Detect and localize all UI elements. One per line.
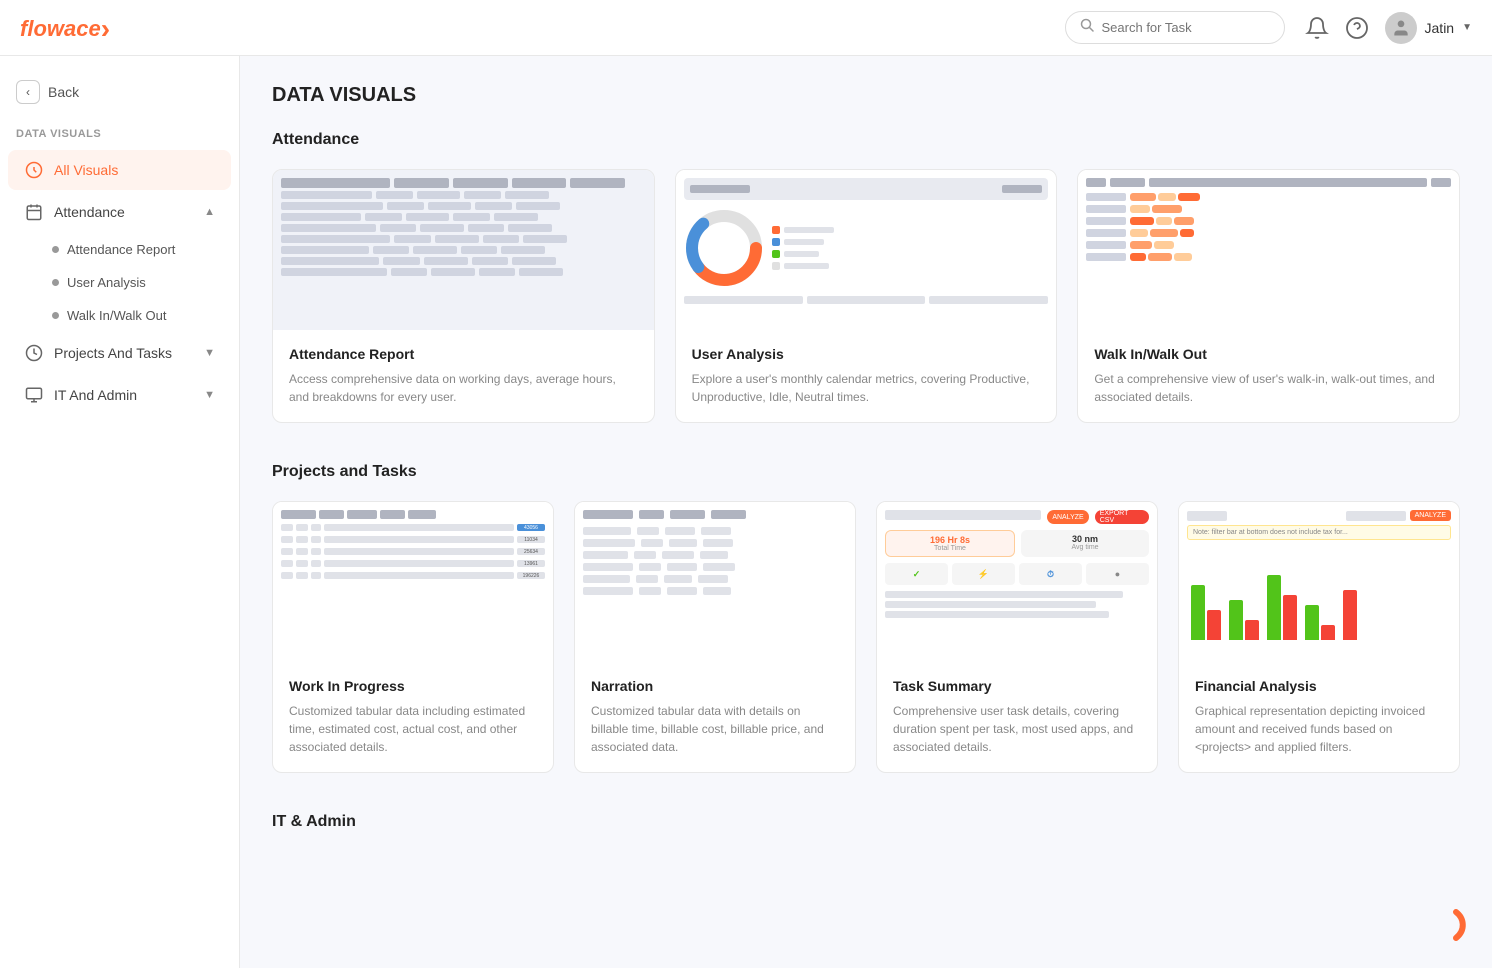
bell-icon[interactable] [1305, 16, 1329, 40]
card-title-task-summary: Task Summary [893, 678, 1141, 694]
topbar-icons: Jatin ▼ [1305, 12, 1472, 44]
back-button[interactable]: ‹ Back [0, 72, 239, 112]
card-desc-walkin: Get a comprehensive view of user's walk-… [1094, 370, 1443, 406]
card-financial-analysis[interactable]: ANALYZE Note: filter bar at bottom does … [1178, 501, 1460, 773]
card-preview-task-summary: ANALYZE EXPORT CSV 196 Hr 8s Total Time … [877, 502, 1157, 662]
it-admin-label: IT And Admin [54, 387, 137, 403]
dot-walkin [52, 312, 59, 319]
app-logo: flowace› [20, 13, 110, 42]
dot-user-analysis [52, 279, 59, 286]
attendance-icon [24, 202, 44, 222]
logo-mark: › [101, 13, 110, 44]
help-icon[interactable] [1345, 16, 1369, 40]
card-narration[interactable]: Narration Customized tabular data with d… [574, 501, 856, 773]
layout: ‹ Back DATA VISUALS All Visuals Attendan… [0, 56, 1492, 968]
card-desc-wip: Customized tabular data including estima… [289, 702, 537, 756]
narration-preview [575, 502, 855, 662]
dot-attendance-report [52, 246, 59, 253]
walkin-preview [1078, 170, 1459, 330]
card-desc-task-summary: Comprehensive user task details, coverin… [893, 702, 1141, 756]
attendance-report-label: Attendance Report [67, 242, 175, 257]
card-preview-walkin [1078, 170, 1459, 330]
projects-tasks-section-title: Projects and Tasks [272, 463, 1460, 481]
sidebar-item-attendance-report[interactable]: Attendance Report [44, 234, 231, 265]
card-desc-financial-analysis: Graphical representation depicting invoi… [1195, 702, 1443, 756]
preview-table [273, 170, 654, 330]
card-attendance-report[interactable]: Attendance Report Access comprehensive d… [272, 169, 655, 423]
attendance-section: Attendance [272, 131, 1460, 423]
avatar [1385, 12, 1417, 44]
card-title-financial-analysis: Financial Analysis [1195, 678, 1443, 694]
projects-icon [24, 343, 44, 363]
attendance-submenu: Attendance Report User Analysis Walk In/… [0, 234, 239, 331]
card-body-financial-analysis: Financial Analysis Graphical representat… [1179, 662, 1459, 772]
corner-logo [1428, 904, 1468, 944]
task-summary-preview: ANALYZE EXPORT CSV 196 Hr 8s Total Time … [877, 502, 1157, 662]
attendance-cards-grid: Attendance Report Access comprehensive d… [272, 169, 1460, 423]
sidebar-item-projects-tasks[interactable]: Projects And Tasks ▼ [8, 333, 231, 373]
card-desc-user-analysis: Explore a user's monthly calendar metric… [692, 370, 1041, 406]
sidebar-item-attendance[interactable]: Attendance ▲ [8, 192, 231, 232]
all-visuals-icon [24, 160, 44, 180]
attendance-section-title: Attendance [272, 131, 1460, 149]
card-body-walkin: Walk In/Walk Out Get a comprehensive vie… [1078, 330, 1459, 422]
search-icon [1080, 18, 1094, 37]
card-title-user-analysis: User Analysis [692, 346, 1041, 362]
sidebar-item-user-analysis[interactable]: User Analysis [44, 267, 231, 298]
card-preview-narration [575, 502, 855, 662]
topbar: flowace› Jatin ▼ [0, 0, 1492, 56]
back-icon: ‹ [16, 80, 40, 104]
card-title-wip: Work In Progress [289, 678, 537, 694]
user-name: Jatin [1425, 20, 1455, 36]
card-preview-user-analysis [676, 170, 1057, 330]
search-bar[interactable] [1065, 11, 1285, 44]
card-preview-financial-analysis: ANALYZE Note: filter bar at bottom does … [1179, 502, 1459, 662]
chevron-down-icon: ▼ [1462, 22, 1472, 33]
logo-ace: ace [64, 16, 101, 41]
page-title: DATA VISUALS [272, 84, 1460, 107]
search-input[interactable] [1102, 20, 1270, 35]
card-preview-wip: 43056 11034 [273, 502, 553, 662]
attendance-label: Attendance [54, 204, 125, 220]
card-body-narration: Narration Customized tabular data with d… [575, 662, 855, 772]
card-title-attendance-report: Attendance Report [289, 346, 638, 362]
card-body-task-summary: Task Summary Comprehensive user task det… [877, 662, 1157, 772]
chevron-down-projects-icon: ▼ [204, 347, 215, 359]
it-admin-section-title: IT & Admin [272, 813, 1460, 831]
financial-preview: ANALYZE Note: filter bar at bottom does … [1179, 502, 1459, 662]
card-body-attendance-report: Attendance Report Access comprehensive d… [273, 330, 654, 422]
sidebar-section-label: DATA VISUALS [0, 124, 239, 148]
walkin-label: Walk In/Walk Out [67, 308, 166, 323]
card-wip[interactable]: 43056 11034 [272, 501, 554, 773]
card-title-narration: Narration [591, 678, 839, 694]
card-body-wip: Work In Progress Customized tabular data… [273, 662, 553, 772]
projects-tasks-label: Projects And Tasks [54, 345, 172, 361]
main-content: DATA VISUALS Attendance [240, 56, 1492, 968]
all-visuals-label: All Visuals [54, 162, 118, 178]
chevron-up-icon: ▲ [204, 206, 215, 218]
it-admin-section: IT & Admin [272, 813, 1460, 831]
back-label: Back [48, 84, 79, 100]
logo-flow: flow [20, 16, 64, 41]
card-body-user-analysis: User Analysis Explore a user's monthly c… [676, 330, 1057, 422]
sidebar-item-all-visuals[interactable]: All Visuals [8, 150, 231, 190]
user-analysis-label: User Analysis [67, 275, 146, 290]
card-desc-attendance-report: Access comprehensive data on working day… [289, 370, 638, 406]
card-preview-attendance-report [273, 170, 654, 330]
chevron-down-it-icon: ▼ [204, 389, 215, 401]
card-walkin[interactable]: Walk In/Walk Out Get a comprehensive vie… [1077, 169, 1460, 423]
card-desc-narration: Customized tabular data with details on … [591, 702, 839, 756]
card-title-walkin: Walk In/Walk Out [1094, 346, 1443, 362]
sidebar: ‹ Back DATA VISUALS All Visuals Attendan… [0, 56, 240, 968]
sidebar-item-it-admin[interactable]: IT And Admin ▼ [8, 375, 231, 415]
card-user-analysis[interactable]: User Analysis Explore a user's monthly c… [675, 169, 1058, 423]
it-admin-icon [24, 385, 44, 405]
sidebar-item-walkin[interactable]: Walk In/Walk Out [44, 300, 231, 331]
projects-tasks-section: Projects and Tasks [272, 463, 1460, 773]
projects-tasks-cards-grid: 43056 11034 [272, 501, 1460, 773]
user-section[interactable]: Jatin ▼ [1385, 12, 1472, 44]
card-task-summary[interactable]: ANALYZE EXPORT CSV 196 Hr 8s Total Time … [876, 501, 1158, 773]
